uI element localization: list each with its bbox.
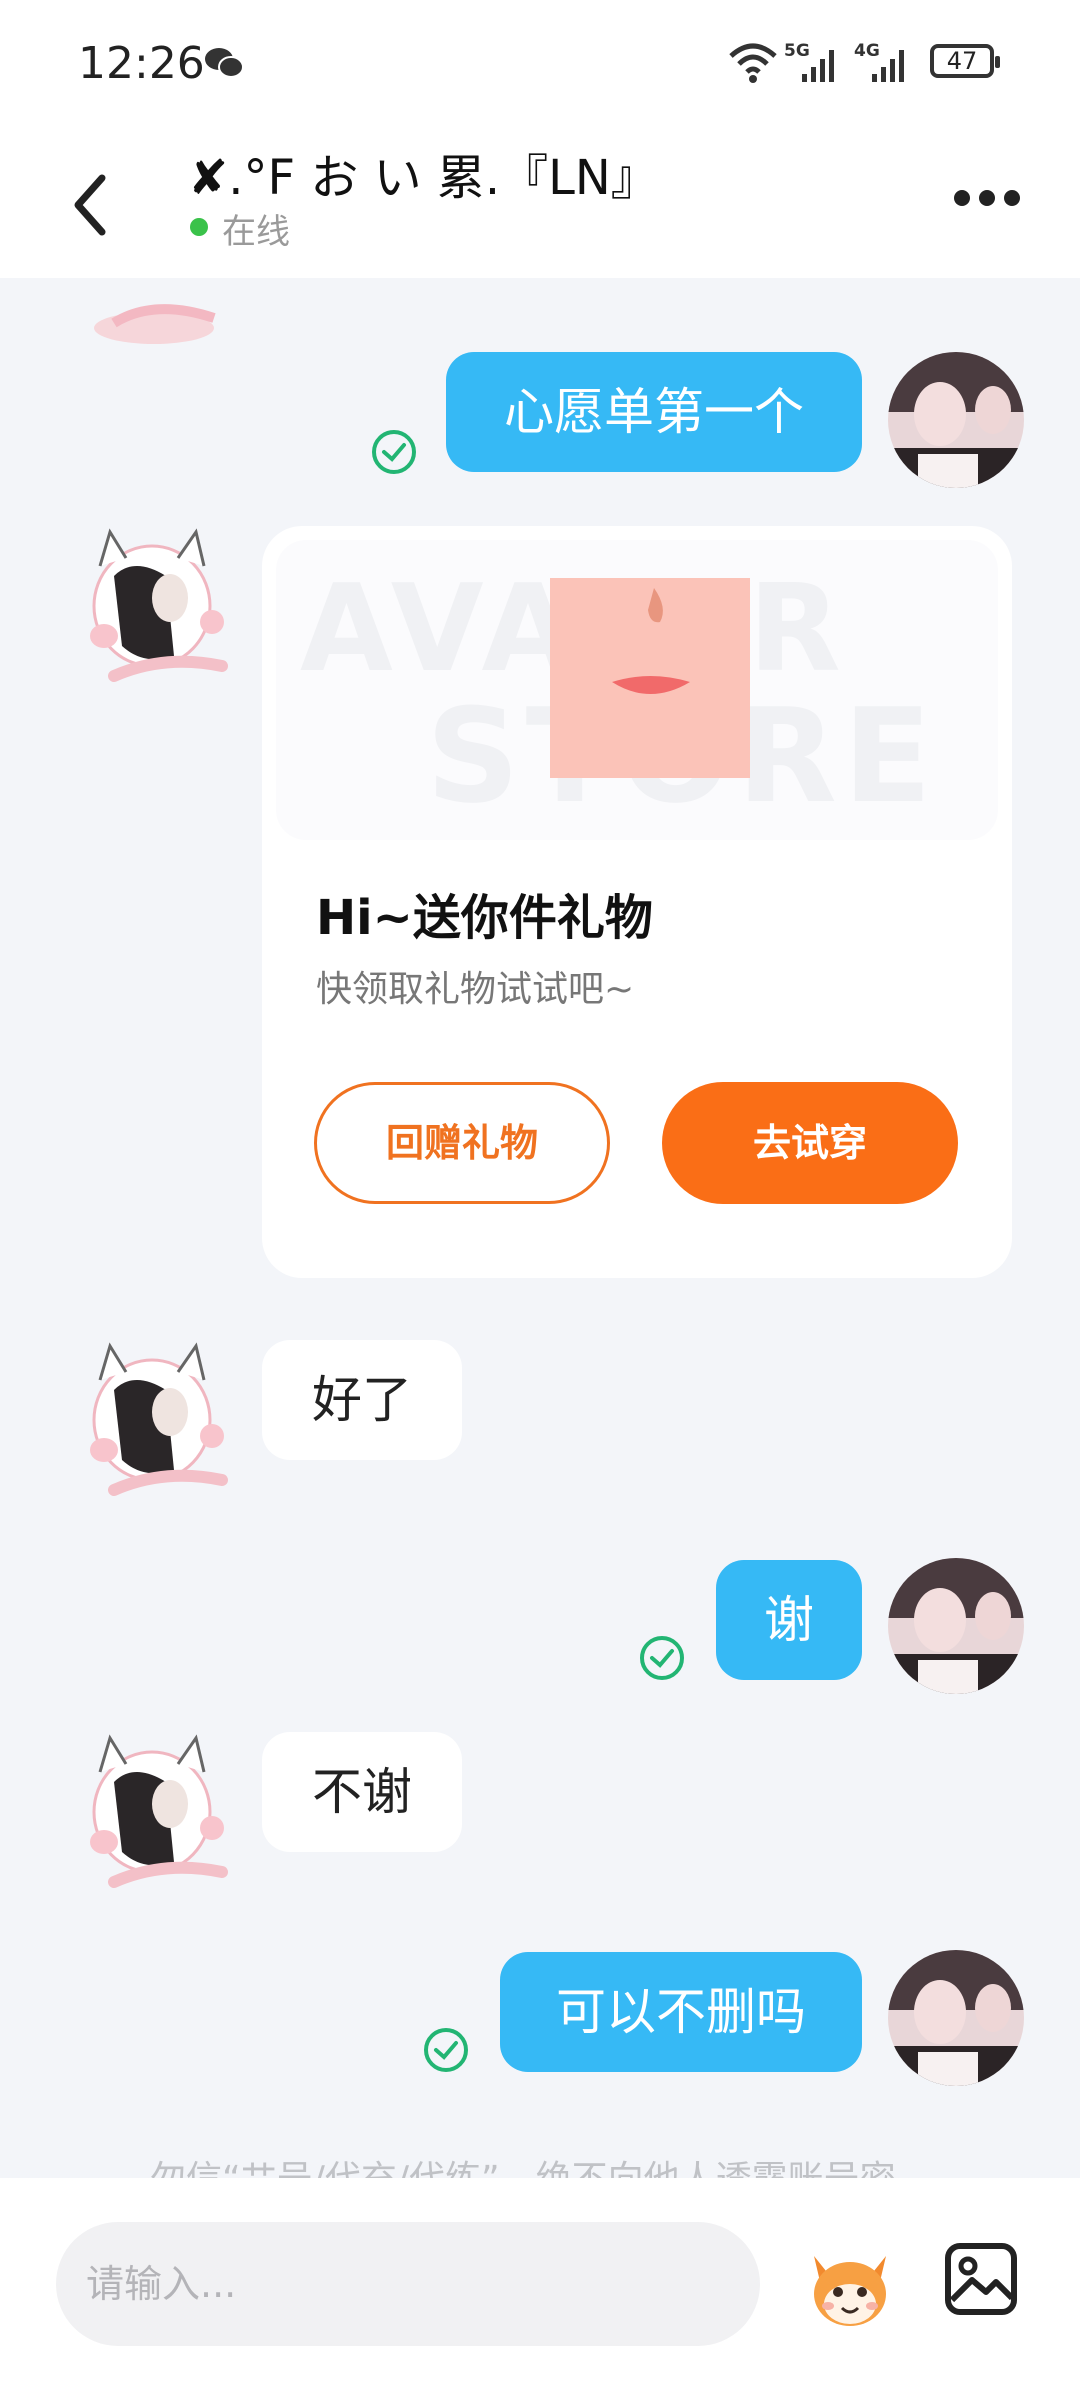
my-avatar[interactable] [888,1950,1024,2086]
online-status-text: 在线 [222,212,290,252]
read-check-icon [640,1636,684,1680]
emoji-sticker-icon[interactable] [800,2236,900,2332]
gift-card-subtitle: 快领取礼物试试吧~ [316,969,635,1010]
peer-avatar[interactable] [74,278,234,348]
message-bubble-peer[interactable]: 好了 [262,1340,462,1460]
image-picker-icon[interactable] [944,2242,1018,2316]
battery-icon: 47 [930,44,1000,78]
chat-header: ✘.°F お い 累.『LN』 在线 [0,130,1080,278]
svg-text:5G: 5G [784,41,810,61]
peer-avatar[interactable] [74,526,234,696]
status-bar: 12:26 5G 4G 47 [0,0,1080,130]
gift-card-banner: AVATAR STORE [276,540,998,840]
battery-level: 47 [946,47,978,75]
message-bubble-me[interactable]: 心愿单第一个 [446,352,862,472]
try-on-button[interactable]: 去试穿 [662,1082,958,1204]
peer-avatar[interactable] [74,1340,234,1510]
read-check-icon [424,2028,468,2072]
status-time: 12:26 [78,38,205,89]
gift-card-title: Hi~送你件礼物 [316,890,653,946]
read-check-icon [372,430,416,474]
more-options-icon[interactable] [952,188,1022,208]
back-icon[interactable] [70,170,110,240]
svg-text:4G: 4G [854,41,880,61]
signal-5g-icon: 5G [784,41,834,82]
gift-card[interactable]: AVATAR STORE Hi~送你件礼物 快领取礼物试试吧~ 回赠礼物 去试穿 [262,526,1012,1278]
online-status-dot [190,218,208,236]
message-bubble-peer[interactable]: 不谢 [262,1732,462,1852]
contact-name: ✘.°F お い 累.『LN』 [188,150,659,206]
return-gift-button[interactable]: 回赠礼物 [314,1082,610,1204]
message-bubble-me[interactable]: 可以不删吗 [500,1952,862,2072]
peer-avatar[interactable] [74,1732,234,1902]
message-list[interactable]: 心愿单第一个 AVATAR STORE Hi~送你件礼 [0,278,1080,2178]
wifi-icon [729,43,777,83]
signal-4g-icon: 4G [854,41,904,82]
my-avatar[interactable] [888,1558,1024,1694]
gift-item-image [550,578,750,778]
wechat-icon [205,48,244,78]
message-bubble-me[interactable]: 谢 [716,1560,862,1680]
message-input[interactable] [56,2222,760,2346]
composer-bar [0,2178,1080,2388]
my-avatar[interactable] [888,352,1024,488]
